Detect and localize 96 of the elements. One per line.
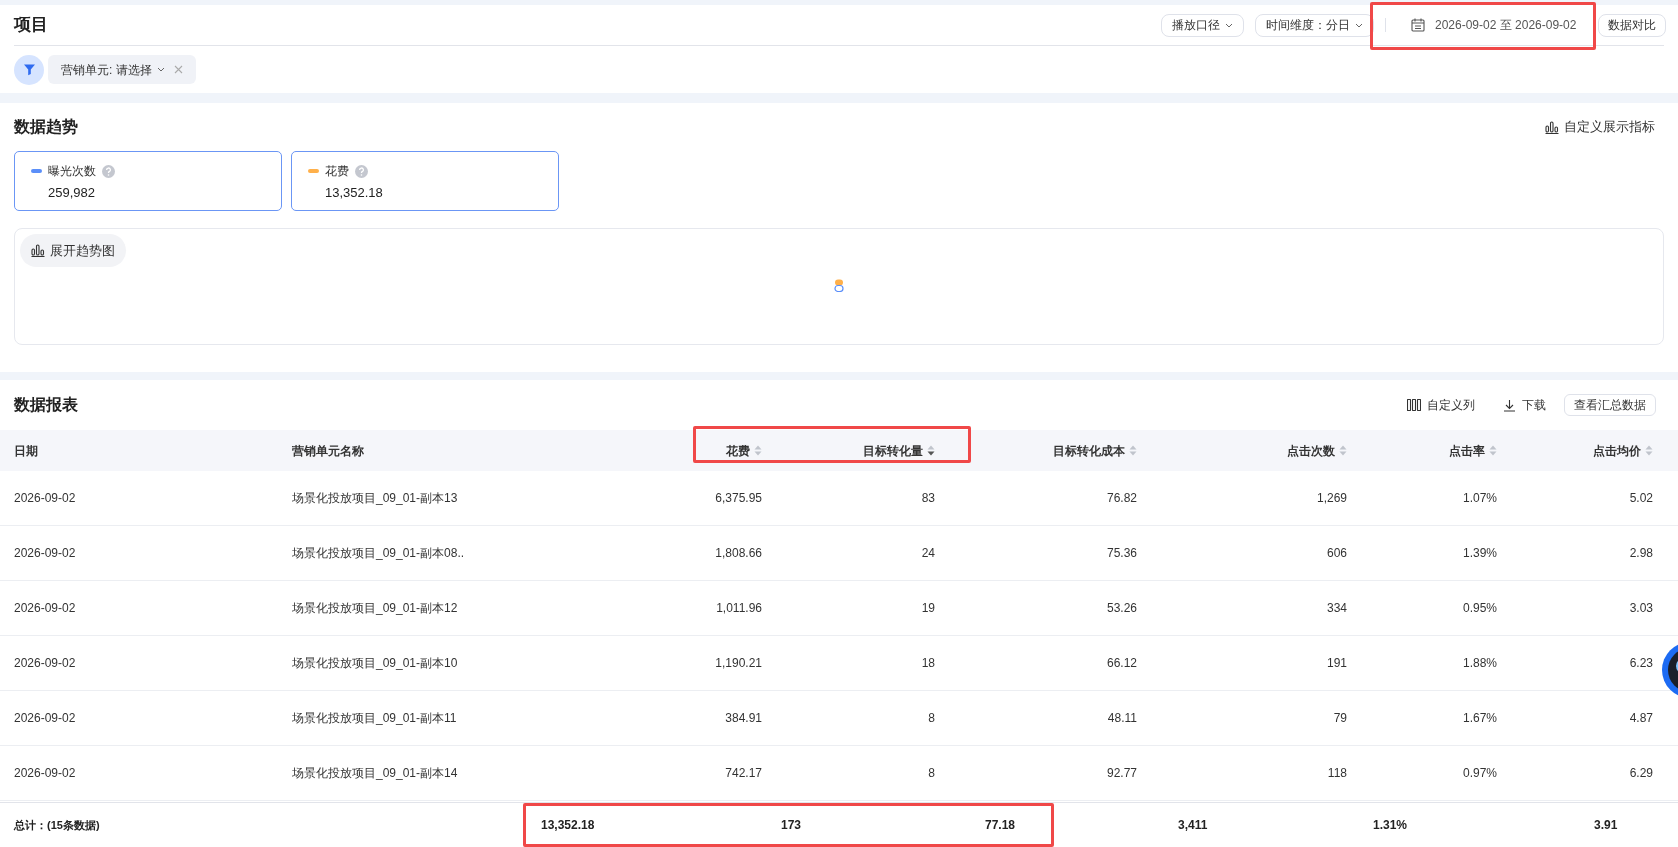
columns-icon bbox=[1407, 399, 1421, 411]
table-cell-text: 606 bbox=[1325, 545, 1348, 562]
loading-icon bbox=[834, 279, 844, 292]
download-icon bbox=[1503, 398, 1516, 412]
filter-chip[interactable]: 营销单元: 请选择 bbox=[48, 55, 196, 84]
table-cell-text: 场景化投放项目_09_01-副本13 bbox=[292, 490, 459, 507]
table-cell-text: 场景化投放项目_09_01-副本08.. bbox=[292, 545, 466, 562]
table-cell-text: 6.29 bbox=[1628, 765, 1654, 782]
totals-cell-text: 173 bbox=[781, 817, 803, 834]
sort-icon[interactable] bbox=[927, 445, 935, 456]
chevron-down-icon bbox=[1225, 22, 1233, 28]
dropdown-button[interactable]: 时间维度：分日 bbox=[1255, 13, 1374, 37]
table-cell-text: 79 bbox=[1332, 710, 1348, 727]
totals-cell-text: 13,352.18 bbox=[541, 817, 596, 834]
table-cell-text: 384.91 bbox=[724, 710, 763, 727]
summary-button[interactable]: 查看汇总数据 bbox=[1564, 394, 1656, 416]
table-cell-text: 48.11 bbox=[1106, 710, 1138, 727]
table-cell-text: 5.02 bbox=[1628, 490, 1654, 507]
metric-name: 曝光次数 bbox=[48, 163, 96, 180]
help-icon[interactable] bbox=[102, 164, 115, 178]
column-header[interactable]: 点击均价 bbox=[1507, 441, 1663, 460]
table-cell-text: 2026-09-02 bbox=[13, 710, 77, 727]
table-cell-text: 1,808.66 bbox=[714, 545, 763, 562]
totals-label: 总计：(15条数据) bbox=[12, 817, 101, 833]
column-header: 日期 bbox=[13, 442, 39, 460]
column-header: 营销单元名称 bbox=[292, 442, 365, 460]
table-cell-text: 19 bbox=[920, 600, 936, 617]
table-cell-text: 3.03 bbox=[1628, 600, 1654, 617]
table-cell-text: 1.07% bbox=[1461, 490, 1498, 507]
table-cell-text: 2.98 bbox=[1628, 545, 1654, 562]
table-cell-text: 0.95% bbox=[1461, 600, 1498, 617]
section-title: 数据报表 bbox=[14, 395, 78, 415]
table-cell-text: 334 bbox=[1325, 600, 1348, 617]
totals-cell-text: 3,411 bbox=[1178, 817, 1209, 834]
filter-icon[interactable] bbox=[14, 54, 44, 85]
metric-card[interactable]: 花费 13,352.18 bbox=[291, 151, 559, 211]
table-cell-text: 1.67% bbox=[1461, 710, 1498, 727]
column-header[interactable]: 点击次数 bbox=[1147, 441, 1357, 460]
table-cell-text: 2026-09-02 bbox=[13, 545, 77, 562]
column-header[interactable]: 花费 bbox=[600, 441, 772, 460]
table-cell-text: 场景化投放项目_09_01-副本10 bbox=[292, 655, 459, 672]
table-cell-text: 场景化投放项目_09_01-副本11 bbox=[292, 710, 458, 727]
table-cell-text: 2026-09-02 bbox=[13, 600, 77, 617]
table-cell-text: 2026-09-02 bbox=[13, 490, 77, 507]
table-cell-text: 4.87 bbox=[1628, 710, 1654, 727]
table-cell-text: 76.82 bbox=[1105, 490, 1138, 507]
table-cell-text: 2026-09-02 bbox=[13, 765, 77, 782]
bar-chart-icon bbox=[31, 244, 45, 257]
download-button[interactable]: 下载 bbox=[1503, 396, 1546, 414]
expand-chart-button[interactable]: 展开趋势图 bbox=[20, 234, 126, 267]
table-cell-text: 1.39% bbox=[1461, 545, 1498, 562]
totals-cell-text: 1.31% bbox=[1373, 817, 1409, 834]
table-cell-text: 53.26 bbox=[1105, 600, 1138, 617]
column-header[interactable]: 目标转化量 bbox=[772, 441, 945, 460]
table-cell-text: 24 bbox=[920, 545, 936, 562]
metric-name: 花费 bbox=[325, 163, 349, 180]
section-title: 数据趋势 bbox=[14, 117, 78, 137]
table-cell-text: 场景化投放项目_09_01-副本14 bbox=[292, 765, 459, 782]
help-icon[interactable] bbox=[355, 164, 368, 178]
table-cell-text: 83 bbox=[920, 490, 936, 507]
table-cell-text: 6.23 bbox=[1628, 655, 1654, 672]
dropdown-button[interactable]: 播放口径 bbox=[1161, 13, 1244, 37]
compare-button[interactable]: 数据对比 bbox=[1598, 13, 1666, 37]
table-cell-text: 92.77 bbox=[1105, 765, 1138, 782]
close-icon[interactable] bbox=[173, 65, 183, 74]
totals-cell-text: 77.18 bbox=[985, 817, 1017, 834]
chevron-down-icon bbox=[156, 67, 165, 72]
customize-metrics-button[interactable]: 自定义展示指标 bbox=[1545, 117, 1655, 137]
table-cell-text: 8 bbox=[927, 765, 936, 782]
table-cell-text: 18 bbox=[920, 655, 936, 672]
table-cell-text: 8 bbox=[927, 710, 936, 727]
table-cell-text: 75.36 bbox=[1105, 545, 1138, 562]
metric-card[interactable]: 曝光次数 259,982 bbox=[14, 151, 282, 211]
table-cell-text: 1,190.21 bbox=[714, 655, 763, 672]
table-cell-text: 1.88% bbox=[1461, 655, 1498, 672]
date-range-picker[interactable]: 2026-09-02 至 2026-09-02 bbox=[1397, 13, 1587, 37]
table-cell-text: 191 bbox=[1325, 655, 1348, 672]
column-header[interactable]: 目标转化成本 bbox=[945, 441, 1147, 460]
metric-value: 259,982 bbox=[47, 184, 96, 202]
table-cell-text: 0.97% bbox=[1461, 765, 1498, 782]
table-cell-text: 6,375.95 bbox=[714, 490, 763, 507]
table-cell-text: 1,269 bbox=[1315, 490, 1348, 507]
table-cell-text: 2026-09-02 bbox=[13, 655, 77, 672]
table-cell-text: 场景化投放项目_09_01-副本12 bbox=[292, 600, 459, 617]
table-cell-text: 118 bbox=[1326, 765, 1348, 782]
table-cell-text: 1,011.96 bbox=[715, 600, 763, 617]
calendar-icon bbox=[1411, 18, 1425, 32]
custom-columns-button[interactable]: 自定义列 bbox=[1407, 396, 1475, 414]
chevron-down-icon bbox=[1355, 22, 1363, 28]
bar-chart-icon bbox=[1545, 120, 1559, 134]
totals-cell-text: 3.91 bbox=[1594, 817, 1619, 834]
table-cell-text: 742.17 bbox=[724, 765, 763, 782]
page-title: 项目 bbox=[14, 14, 48, 37]
table-cell-text: 66.12 bbox=[1105, 655, 1138, 672]
column-header[interactable]: 点击率 bbox=[1357, 441, 1507, 460]
metric-value: 13,352.18 bbox=[324, 184, 384, 202]
